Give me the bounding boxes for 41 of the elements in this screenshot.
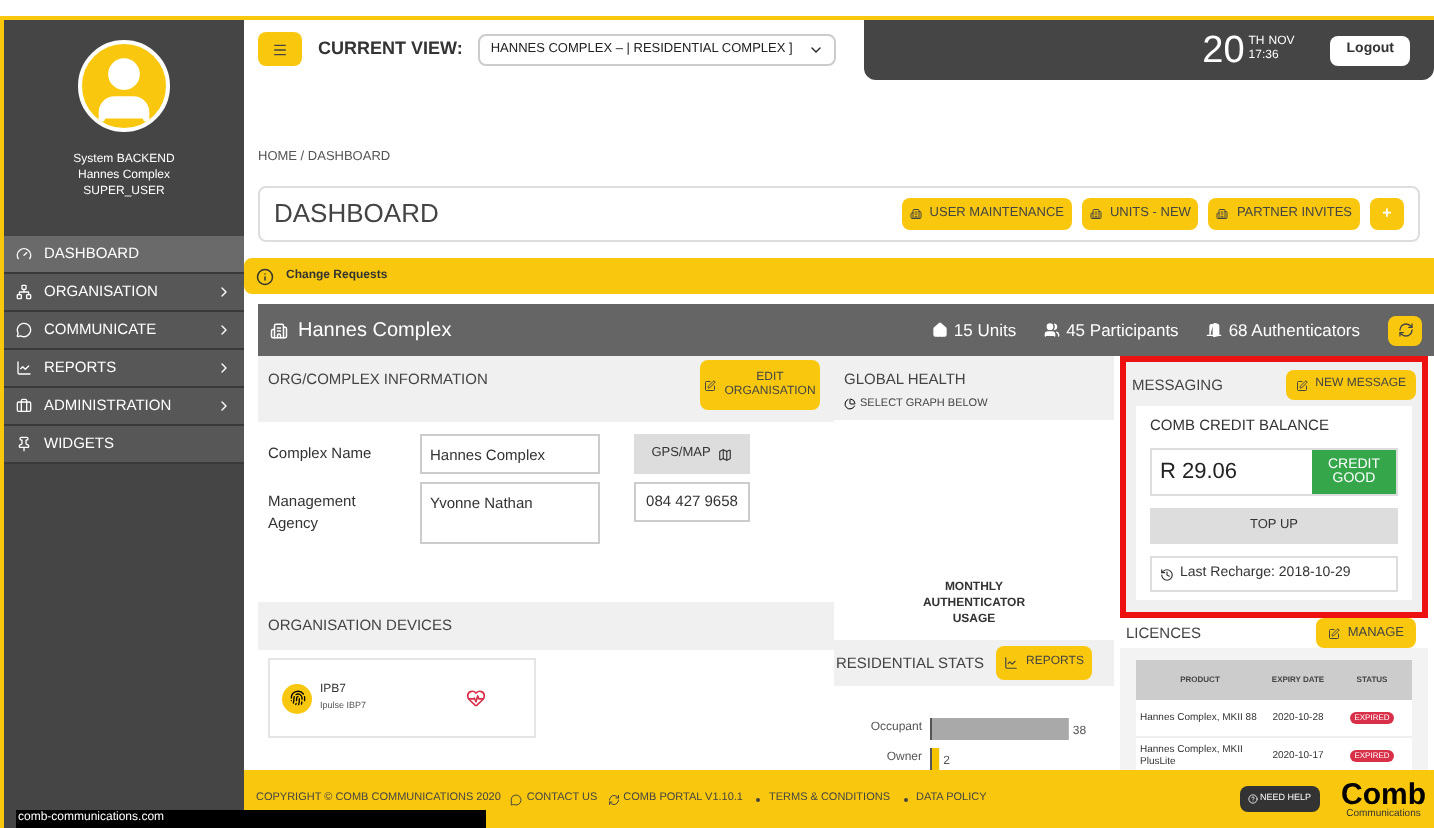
bar: [932, 748, 940, 770]
info-icon: [256, 267, 274, 285]
edit-icon: [1327, 627, 1340, 640]
menu-button[interactable]: [258, 32, 302, 66]
complex-name: Hannes Complex: [298, 317, 454, 345]
nav-icon: [16, 246, 32, 262]
pie-icon: [844, 398, 856, 411]
history-icon: [1160, 567, 1174, 582]
map-icon: [718, 447, 733, 461]
stat-text: 15 Units: [953, 317, 1017, 343]
nav-icon: [16, 284, 32, 300]
stat-icon: [1044, 322, 1061, 338]
stat-icon: [931, 322, 948, 338]
heart-icon: [466, 688, 486, 708]
chat-icon: [510, 793, 523, 805]
building-icon: [1089, 208, 1102, 220]
bar: [932, 718, 1069, 740]
device-icon: [282, 683, 312, 713]
stat-text: 45 Participants: [1066, 317, 1179, 343]
balance-amount: R 29.06: [1158, 458, 1240, 488]
nav-icon: [16, 436, 32, 452]
refresh-button[interactable]: [1388, 315, 1422, 345]
building-icon: [270, 321, 288, 339]
nav-icon: [16, 322, 32, 338]
refresh-icon: [1397, 322, 1413, 338]
chart-icon: [1004, 655, 1019, 670]
menu-icon: [272, 41, 288, 57]
help-icon: [1247, 794, 1258, 804]
current-view-label: CURRENT VIEW:: [318, 35, 463, 62]
nav-icon: [16, 398, 32, 414]
edit-icon: [1295, 379, 1308, 391]
edit-icon: [704, 379, 717, 391]
logo: Comb: [1341, 779, 1426, 809]
refresh-icon: [607, 793, 620, 805]
building-icon: [1216, 208, 1229, 220]
nav-icon: [16, 360, 32, 376]
date-day: 20: [1202, 31, 1245, 69]
stat-icon: [1206, 322, 1223, 338]
page-title: DASHBOARD: [274, 196, 441, 233]
stat-text: 68 Authenticators: [1228, 317, 1360, 343]
building-icon: [909, 208, 922, 220]
